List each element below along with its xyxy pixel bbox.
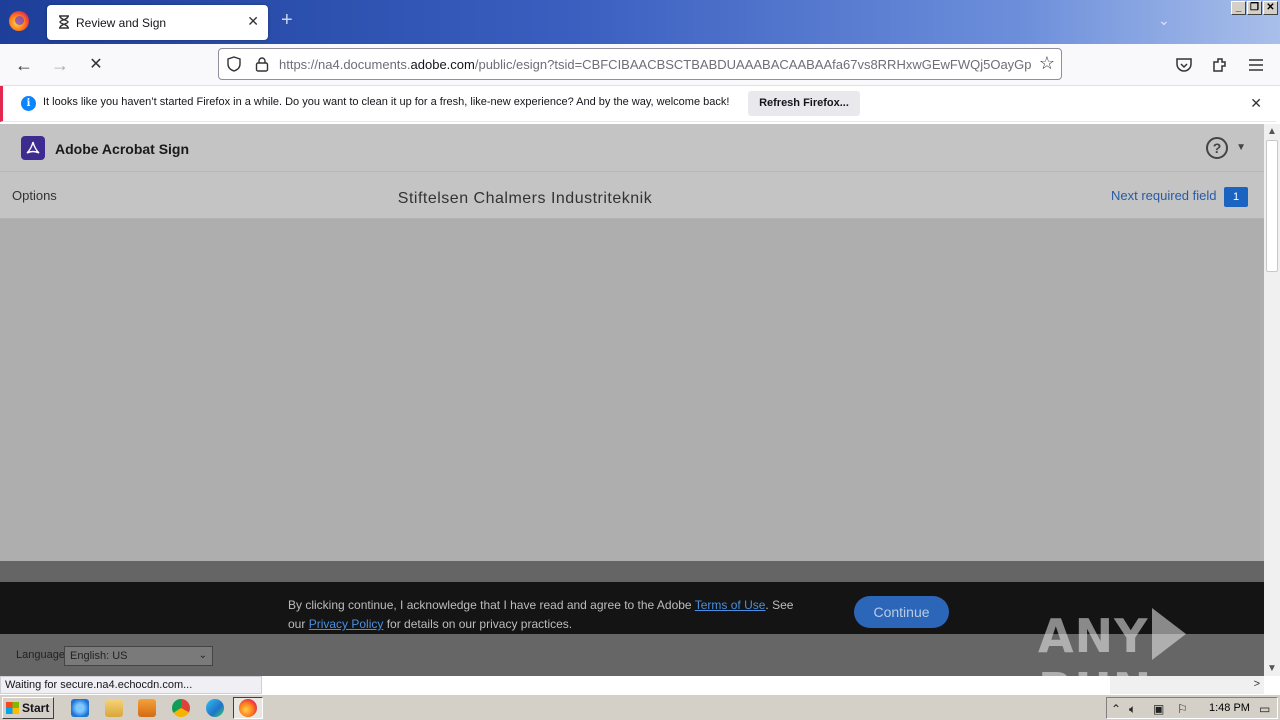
stop-loading-icon[interactable]: ✕ [84,53,108,77]
scroll-right-arrow-icon[interactable]: > [1254,678,1260,690]
status-bar: Waiting for secure.na4.echocdn.com... [0,676,262,694]
notification-message: It looks like you haven’t started Firefo… [43,96,730,108]
hourglass-icon [59,15,69,29]
help-icon[interactable]: ? [1206,137,1228,159]
tracking-shield-icon[interactable] [226,56,242,72]
refresh-firefox-button[interactable]: Refresh Firefox... [748,91,860,116]
terms-of-use-link[interactable]: Terms of Use [695,598,766,612]
play-logo-icon [1152,608,1187,660]
url-text[interactable]: https://na4.documents.adobe.com/public/e… [279,57,1031,72]
navigation-toolbar: ← → ✕ https://na4.documents.adobe.com/pu… [0,44,1280,86]
window-controls: _ ❐ ✕ [1231,1,1278,15]
horizontal-scrollbar[interactable]: > [1110,676,1264,694]
consent-text: By clicking continue, I acknowledge that… [288,598,794,631]
restore-button[interactable]: ❐ [1247,1,1262,15]
hamburger-menu-icon[interactable] [1246,55,1266,75]
network-icon[interactable]: ▣ [1153,702,1164,716]
document-bottom-band [0,561,1264,582]
minimize-button[interactable]: _ [1231,1,1246,15]
page-content: Adobe Acrobat Sign ? ▼ Options Stiftelse… [0,124,1264,676]
info-icon: i [21,96,36,111]
new-tab-icon[interactable]: + [281,10,293,30]
show-desktop-icon[interactable]: ▭ [1259,702,1270,716]
firefox-taskbar-button[interactable] [233,697,263,719]
system-tray: ⌃ 🔈︎ ▣ ⚐ 1:48 PM ▭ [1106,697,1278,719]
back-arrow-icon[interactable]: ← [12,53,36,77]
volume-icon[interactable]: 🔈︎ [1129,702,1136,717]
list-all-tabs-icon[interactable]: ⌄ [1158,12,1170,29]
scroll-down-arrow-icon[interactable]: ▼ [1267,663,1277,674]
media-player-icon[interactable] [138,699,156,717]
language-selected-value: English: US [70,650,128,662]
tab-close-icon[interactable]: ✕ [247,13,259,30]
close-window-button[interactable]: ✕ [1263,1,1278,15]
document-area [0,220,1264,561]
chrome-icon[interactable] [172,699,190,717]
next-required-field-link[interactable]: Next required field [1111,188,1217,203]
notification-close-icon[interactable]: ✕ [1250,95,1262,112]
file-explorer-icon[interactable] [105,699,123,717]
tab-bar: Review and Sign ✕ + ⌄ _ ❐ ✕ [0,0,1280,44]
taskbar-clock[interactable]: 1:48 PM [1209,702,1250,714]
continue-button[interactable]: Continue [854,596,949,628]
app-header: Adobe Acrobat Sign ? ▼ [0,124,1264,172]
action-center-flag-icon[interactable]: ⚐ [1177,702,1188,716]
privacy-policy-link[interactable]: Privacy Policy [309,617,384,631]
signing-toolbar: Options Stiftelsen Chalmers Industritekn… [0,172,1264,219]
start-button[interactable]: Start [2,697,54,719]
scrollbar-thumb[interactable] [1266,140,1278,272]
app-title: Adobe Acrobat Sign [55,141,190,157]
start-label: Start [22,701,50,715]
tab-review-and-sign[interactable]: Review and Sign ✕ [47,5,268,40]
required-field-count-badge[interactable]: 1 [1224,187,1248,207]
forward-arrow-icon[interactable]: → [48,53,72,77]
windows-taskbar: Start ⌃ 🔈︎ ▣ ⚐ 1:48 PM ▭ [0,694,1280,720]
vertical-scrollbar[interactable]: ▲ ▼ [1264,124,1280,676]
edge-icon[interactable] [206,699,224,717]
firefox-menu-icon[interactable] [9,11,29,31]
chevron-down-icon: ⌄ [198,650,207,661]
tray-expand-icon[interactable]: ⌃ [1111,702,1121,716]
acrobat-logo-icon [21,136,45,160]
lock-icon[interactable] [255,56,269,72]
language-select[interactable]: English: US ⌄ [64,646,213,666]
language-label: Language [16,649,65,661]
url-bar[interactable]: https://na4.documents.adobe.com/public/e… [218,48,1062,80]
organization-name: Stiftelsen Chalmers Industriteknik [397,190,653,207]
internet-explorer-icon[interactable] [71,699,89,717]
scroll-up-arrow-icon[interactable]: ▲ [1267,126,1277,137]
pocket-icon[interactable] [1174,55,1194,75]
anyrun-watermark: ANYRUN [1038,608,1264,676]
firefox-icon [239,699,257,717]
tab-title: Review and Sign [76,16,167,30]
help-dropdown-caret-icon[interactable]: ▼ [1236,142,1246,153]
windows-logo-icon [6,702,19,714]
extensions-icon[interactable] [1210,55,1230,75]
bookmark-star-icon[interactable]: ☆ [1039,53,1055,74]
refresh-firefox-notification: i It looks like you haven’t started Fire… [0,86,1276,122]
